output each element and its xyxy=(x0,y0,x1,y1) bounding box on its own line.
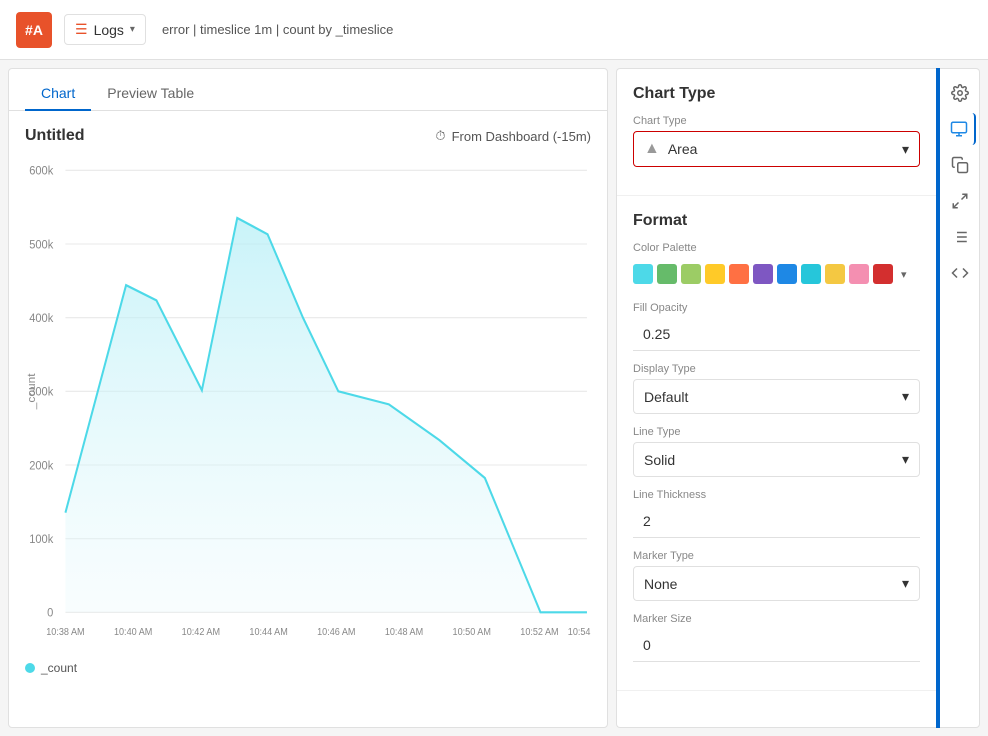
source-selector[interactable]: ☰ Logs ▾ xyxy=(64,14,146,45)
area-chart-icon: ▲ xyxy=(644,140,660,158)
chart-wrapper: 600k 500k 400k 300k 200k 100k 0 _count xyxy=(25,153,591,657)
line-thickness-label: Line Thickness xyxy=(633,489,920,501)
code-icon[interactable] xyxy=(944,257,976,289)
chart-header: Untitled ⏱ From Dashboard (-15m) xyxy=(25,127,591,145)
line-thickness-input[interactable] xyxy=(633,505,920,538)
line-type-label: Line Type xyxy=(633,426,920,438)
color-swatch-10[interactable] xyxy=(873,264,893,284)
chart-svg: 600k 500k 400k 300k 200k 100k 0 _count xyxy=(25,153,591,673)
icon-sidebar xyxy=(940,68,980,728)
svg-text:500k: 500k xyxy=(29,239,53,251)
copy-icon[interactable] xyxy=(944,149,976,181)
svg-text:_count: _count xyxy=(26,373,38,411)
fill-opacity-input[interactable] xyxy=(633,318,920,351)
line-type-select[interactable]: Solid ▾ xyxy=(633,442,920,477)
svg-text:600k: 600k xyxy=(29,165,53,177)
chart-time-range: From Dashboard (-15m) xyxy=(452,129,591,144)
chart-type-select-inner: ▲ Area xyxy=(644,140,697,158)
color-swatch-6[interactable] xyxy=(777,264,797,284)
display-type-select[interactable]: Default ▾ xyxy=(633,379,920,414)
chart-type-select[interactable]: ▲ Area ▾ xyxy=(633,131,920,167)
marker-type-field: Marker Type None ▾ xyxy=(633,550,920,601)
svg-text:10:40 AM: 10:40 AM xyxy=(114,626,152,637)
svg-text:200k: 200k xyxy=(29,460,53,472)
chart-type-title: Chart Type xyxy=(633,85,920,103)
chart-container: Untitled ⏱ From Dashboard (-15m) 600k 50… xyxy=(9,111,607,727)
color-palette-label: Color Palette xyxy=(633,242,920,254)
marker-type-chevron-icon: ▾ xyxy=(902,575,909,592)
color-swatch-3[interactable] xyxy=(705,264,725,284)
chart-type-field: Chart Type ▲ Area ▾ xyxy=(633,115,920,167)
expand-icon[interactable] xyxy=(944,185,976,217)
clock-icon: ⏱ xyxy=(435,128,445,144)
settings-panel: Chart Type Chart Type ▲ Area ▾ xyxy=(616,68,936,728)
color-palette: ▾ xyxy=(633,258,920,290)
chart-type-label: Chart Type xyxy=(633,115,920,127)
format-title: Format xyxy=(633,212,920,230)
color-swatch-7[interactable] xyxy=(801,264,821,284)
main-panel: Chart Preview Table Untitled ⏱ From Dash… xyxy=(8,68,608,728)
source-chevron-icon: ▾ xyxy=(130,24,135,35)
query-text: error | timeslice 1m | count by _timesli… xyxy=(162,22,393,37)
source-name: Logs xyxy=(94,22,124,38)
color-swatch-0[interactable] xyxy=(633,264,653,284)
svg-text:10:48 AM: 10:48 AM xyxy=(385,626,423,637)
chart-type-section: Chart Type Chart Type ▲ Area ▾ xyxy=(617,69,936,196)
svg-text:10:52 AM: 10:52 AM xyxy=(520,626,558,637)
tab-preview-table[interactable]: Preview Table xyxy=(91,77,210,111)
line-thickness-field: Line Thickness xyxy=(633,489,920,538)
color-swatch-9[interactable] xyxy=(849,264,869,284)
tabs: Chart Preview Table xyxy=(9,69,607,111)
marker-type-label: Marker Type xyxy=(633,550,920,562)
logs-icon: ☰ xyxy=(75,21,88,38)
svg-text:10:42 AM: 10:42 AM xyxy=(182,626,220,637)
svg-text:10:54 AM: 10:54 AM xyxy=(568,626,591,637)
chart-title: Untitled xyxy=(25,127,85,145)
marker-size-field: Marker Size xyxy=(633,613,920,662)
svg-text:100k: 100k xyxy=(29,534,53,546)
svg-text:10:38 AM: 10:38 AM xyxy=(46,626,84,637)
chart-type-value: Area xyxy=(668,141,698,157)
svg-text:0: 0 xyxy=(47,607,53,619)
content-area: Chart Preview Table Untitled ⏱ From Dash… xyxy=(0,60,988,736)
display-icon[interactable] xyxy=(944,113,976,145)
format-section: Format Color Palette xyxy=(617,196,936,691)
palette-chevron-icon[interactable]: ▾ xyxy=(901,268,907,281)
top-bar: #A ☰ Logs ▾ error | timeslice 1m | count… xyxy=(0,0,988,60)
display-type-value: Default xyxy=(644,389,688,405)
marker-type-value: None xyxy=(644,576,677,592)
color-swatch-8[interactable] xyxy=(825,264,845,284)
display-type-chevron-icon: ▾ xyxy=(902,388,909,405)
settings-icon[interactable] xyxy=(944,77,976,109)
chart-type-chevron-icon: ▾ xyxy=(902,141,909,158)
marker-type-select[interactable]: None ▾ xyxy=(633,566,920,601)
chart-time-badge: ⏱ From Dashboard (-15m) xyxy=(435,128,591,144)
line-type-value: Solid xyxy=(644,452,675,468)
tab-chart[interactable]: Chart xyxy=(25,77,91,111)
color-swatch-1[interactable] xyxy=(657,264,677,284)
line-type-chevron-icon: ▾ xyxy=(902,451,909,468)
list-icon[interactable] xyxy=(944,221,976,253)
svg-text:10:46 AM: 10:46 AM xyxy=(317,626,355,637)
svg-text:10:50 AM: 10:50 AM xyxy=(453,626,491,637)
line-type-field: Line Type Solid ▾ xyxy=(633,426,920,477)
color-swatch-2[interactable] xyxy=(681,264,701,284)
svg-text:10:44 AM: 10:44 AM xyxy=(249,626,287,637)
color-palette-field: Color Palette xyxy=(633,242,920,290)
marker-size-input[interactable] xyxy=(633,629,920,662)
hash-badge: #A xyxy=(16,12,52,48)
color-swatch-4[interactable] xyxy=(729,264,749,284)
display-type-field: Display Type Default ▾ xyxy=(633,363,920,414)
display-type-label: Display Type xyxy=(633,363,920,375)
fill-opacity-field: Fill Opacity xyxy=(633,302,920,351)
fill-opacity-label: Fill Opacity xyxy=(633,302,920,314)
svg-text:400k: 400k xyxy=(29,313,53,325)
marker-size-label: Marker Size xyxy=(633,613,920,625)
color-swatch-5[interactable] xyxy=(753,264,773,284)
